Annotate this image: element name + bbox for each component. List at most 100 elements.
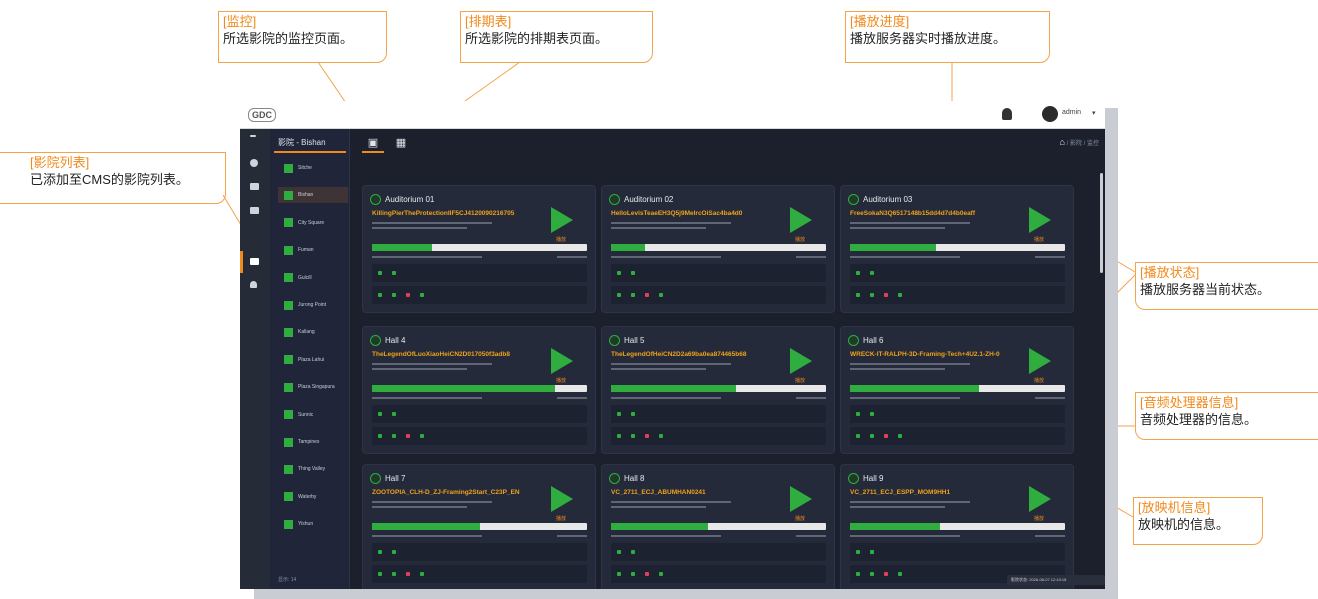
meta-right [796, 535, 826, 537]
playback-progress-bar [372, 385, 587, 392]
meta-right [557, 397, 587, 399]
cinema-nav-icon[interactable] [250, 258, 259, 265]
sidebar-cinema-item[interactable]: Thing Valley [284, 461, 346, 477]
server-status-icon [617, 550, 621, 554]
auditorium-name: Hall 4 [385, 336, 406, 345]
meta-right [557, 535, 587, 537]
audio-projector-panel [611, 286, 826, 304]
sidebar-item-label: Kallang [298, 329, 315, 336]
meta-left [850, 397, 960, 399]
active-nav-indicator [240, 251, 243, 273]
menu-toggle-icon[interactable] [250, 135, 256, 137]
server-status-icon [378, 412, 382, 416]
auditorium-name: Hall 5 [624, 336, 645, 345]
show-title: VC_2711_ECJ_ABUMHAN0241 [611, 489, 706, 496]
icon-rail [240, 129, 270, 589]
auditorium-card[interactable]: Hall 8 VC_2711_ECJ_ABUMHAN0241 播放 [601, 464, 835, 589]
play-status-icon[interactable] [790, 348, 812, 374]
card-header: Hall 7 [370, 473, 405, 484]
auditorium-card[interactable]: Hall 4 TheLegendOfLuoXiaoHeiCN2D017050f3a… [362, 326, 596, 454]
sidebar-cinema-item[interactable]: Plaza Lahui [284, 352, 346, 368]
user-avatar-icon[interactable] [1042, 106, 1058, 122]
auditorium-name: Hall 8 [624, 474, 645, 483]
home-icon[interactable]: ⌂ [1060, 137, 1065, 147]
cinema-status-icon [284, 273, 293, 283]
notification-bell-icon[interactable] [1002, 108, 1012, 120]
monitor-nav-icon[interactable] [250, 183, 259, 190]
sidebar-cinema-item[interactable]: Gulcill [284, 270, 346, 286]
tab-monitor[interactable]: ▣ [362, 133, 384, 153]
sidebar-cinema-item[interactable]: Waterby [284, 489, 346, 505]
auditorium-card[interactable]: Auditorium 02 HelloLevisTeaeEH3Q5j9MelrcO… [601, 185, 835, 313]
projector-status-icon [406, 293, 410, 297]
play-status-label: 播放 [556, 237, 567, 243]
playback-progress-bar [850, 385, 1065, 392]
play-status-icon[interactable] [551, 207, 573, 233]
sidebar-cinema-item[interactable]: Yishun [284, 516, 346, 532]
play-status-icon[interactable] [790, 207, 812, 233]
meta-left [372, 535, 482, 537]
card-header: Auditorium 02 [609, 194, 673, 205]
projector-status-icon [659, 434, 663, 438]
auditorium-status-icon [370, 473, 381, 484]
user-name[interactable]: admin [1062, 109, 1081, 116]
sidebar-cinema-item[interactable]: Sitche [284, 160, 346, 176]
sidebar-cinema-item[interactable]: Sunnic [284, 407, 346, 423]
breadcrumb: ⌂ / 影院 / 监控 [1060, 137, 1099, 147]
play-status-label: 播放 [1034, 516, 1045, 522]
playback-nav-icon[interactable] [250, 207, 259, 214]
sidebar-cinema-item[interactable]: Bishan [278, 187, 348, 204]
show-detail-line [850, 227, 945, 229]
auditorium-card[interactable]: Auditorium 01 KillingPierTheProtectionIIF… [362, 185, 596, 313]
play-status-icon[interactable] [551, 486, 573, 512]
audio-status-icon [870, 572, 874, 576]
server-info-panel [611, 405, 826, 423]
play-status-label: 播放 [795, 516, 806, 522]
top-bar: GDC admin ▾ [240, 101, 1105, 129]
play-status-icon[interactable] [551, 348, 573, 374]
auditorium-card[interactable]: Hall 5 TheLegendOfHeiCN2D2a69ba0ea874465b… [601, 326, 835, 454]
sidebar-cinema-item[interactable]: Plaza Singapura [284, 379, 346, 395]
card-header: Hall 8 [609, 473, 644, 484]
sidebar-item-label: Jurong Point [298, 302, 327, 308]
audio-status-icon [617, 434, 621, 438]
server-info-panel [850, 543, 1065, 561]
sidebar-cinema-item[interactable]: Tampines [284, 434, 346, 450]
sidebar-cinema-item[interactable]: Fuman [284, 242, 346, 258]
user-menu-caret-icon[interactable]: ▾ [1092, 109, 1096, 117]
play-status-icon[interactable] [1029, 348, 1051, 374]
sidebar-item-label: City Square [298, 219, 325, 226]
play-status-label: 播放 [1034, 237, 1045, 243]
callout-play-state: [播放状态] 播放服务器当前状态。 [1135, 262, 1318, 310]
auditorium-card[interactable]: Auditorium 03 FreeSokaN3Q6517148b15dd4d7d… [840, 185, 1074, 313]
auditorium-card[interactable]: Hall 7 ZOOTOPIA_CLH-D_ZJ-Framing2Start_C2… [362, 464, 596, 589]
server-info-panel [850, 264, 1065, 282]
show-detail-line [611, 363, 731, 365]
sidebar-item-label: Waterby [298, 493, 317, 500]
sidebar-cinema-item[interactable]: Kallang [284, 324, 346, 340]
meta-right [1035, 256, 1065, 258]
user-nav-icon[interactable] [250, 281, 257, 288]
projector-status-icon [645, 434, 649, 438]
auditorium-name: Hall 7 [385, 474, 406, 483]
sidebar-item-label: Fuman [298, 247, 314, 254]
auditorium-card[interactable]: Hall 9 VC_2711_ECJ_ESPP_MOM9HH1 播放 [840, 464, 1074, 589]
tab-schedule[interactable]: ▦ [390, 133, 412, 153]
dashboard-icon[interactable] [250, 159, 258, 167]
play-status-icon[interactable] [1029, 486, 1051, 512]
server-status-icon [856, 550, 860, 554]
auditorium-status-icon [370, 335, 381, 346]
play-status-icon[interactable] [790, 486, 812, 512]
show-title: KillingPierTheProtectionIIF5CJ4120090216… [372, 210, 515, 217]
vertical-scrollbar[interactable] [1100, 173, 1103, 273]
server-status-icon [378, 271, 382, 275]
server-status-icon [870, 271, 874, 275]
auditorium-card[interactable]: Hall 6 WRECK-IT-RALPH-3D-Framing-Tech+4U2… [840, 326, 1074, 454]
show-detail-line [372, 227, 467, 229]
progress-fill [611, 385, 736, 392]
meta-left [372, 256, 482, 258]
sidebar-cinema-item[interactable]: City Square [284, 215, 346, 231]
sidebar-cinema-item[interactable]: Jurong Point [284, 297, 346, 313]
play-status-icon[interactable] [1029, 207, 1051, 233]
auditorium-name: Auditorium 02 [624, 195, 674, 204]
